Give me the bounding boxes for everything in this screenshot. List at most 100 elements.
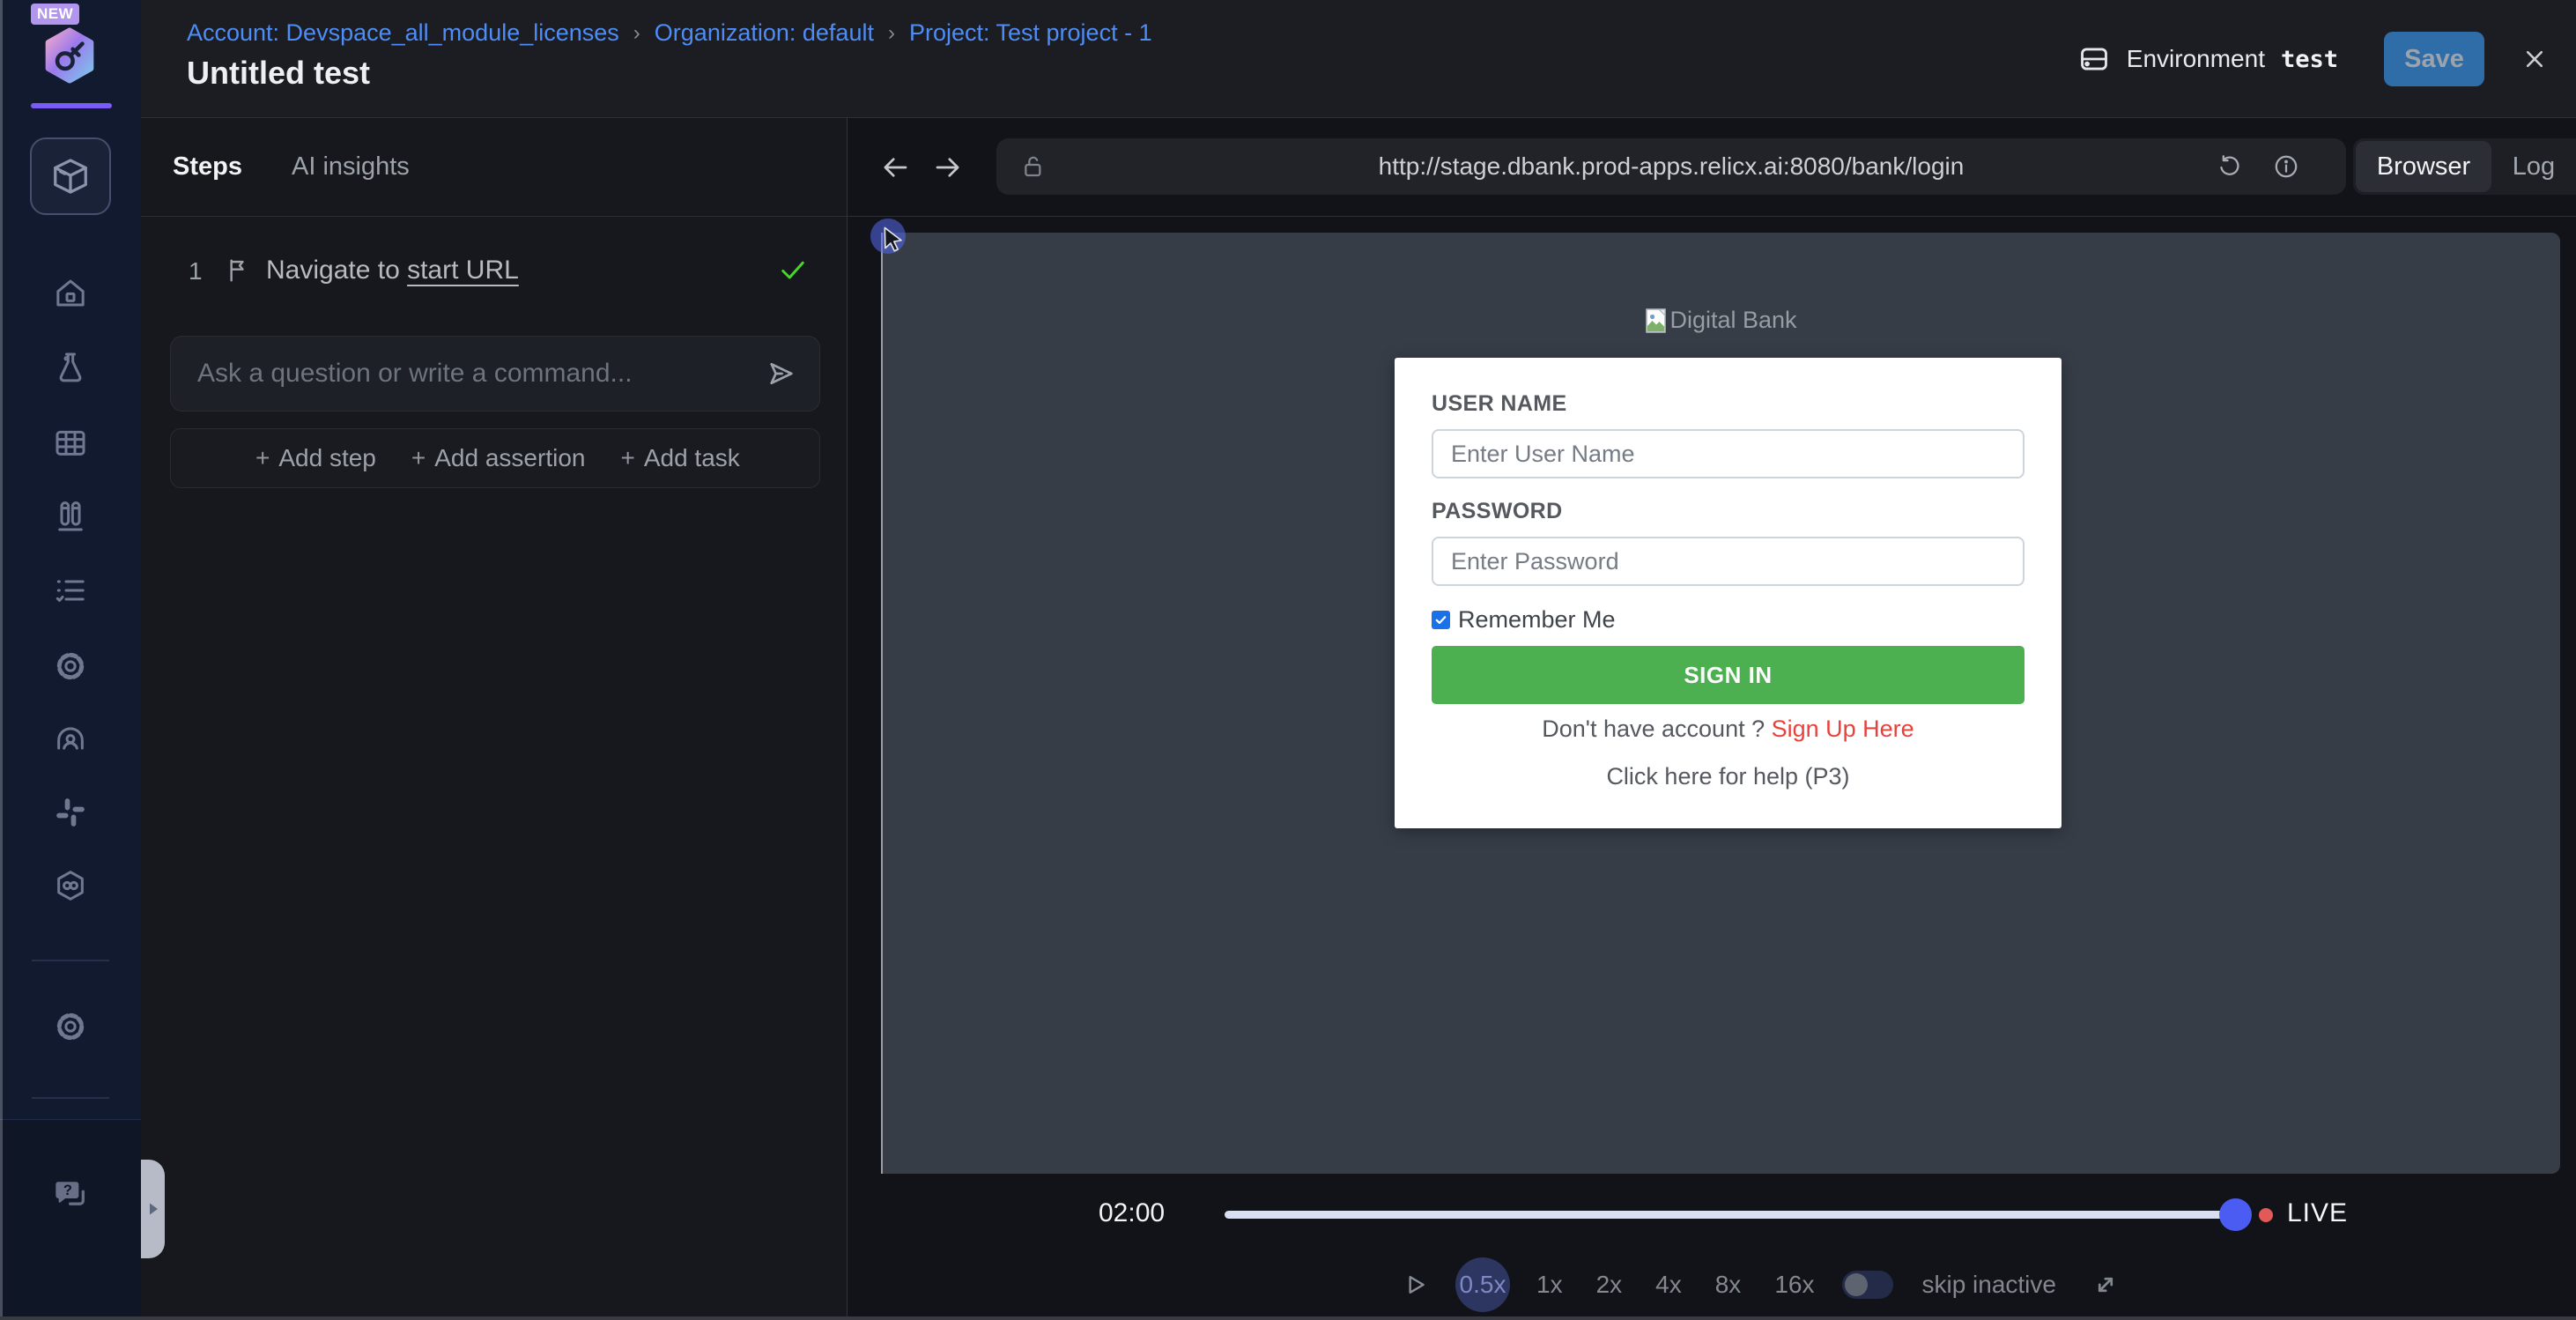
speed-4x-button[interactable]: 4x — [1655, 1271, 1682, 1299]
send-icon — [764, 357, 797, 390]
check-icon — [1434, 613, 1447, 627]
tab-browser[interactable]: Browser — [2356, 141, 2491, 192]
step-actions-bar: +Add step +Add assertion +Add task — [170, 428, 820, 488]
svg-text:?: ? — [63, 1183, 72, 1198]
sidebar-item-slack[interactable] — [0, 795, 141, 830]
lock-open-icon — [1019, 152, 1047, 181]
logo-underline — [31, 103, 112, 108]
panel-collapse-handle[interactable] — [141, 1160, 165, 1258]
timeline-track[interactable] — [1225, 1211, 2229, 1219]
play-icon — [1401, 1271, 1429, 1299]
environment-value[interactable]: test — [2281, 46, 2338, 73]
sidebar-divider — [32, 1097, 109, 1099]
home-icon — [53, 276, 88, 311]
step-number: 1 — [189, 257, 203, 286]
bank-logo-row: Digital Bank — [883, 307, 2560, 334]
app-window: NEW — [0, 0, 2576, 1320]
environment-selector[interactable] — [2077, 42, 2111, 76]
breadcrumb-account[interactable]: Account: Devspace_all_module_licenses — [187, 19, 619, 47]
sign-in-button[interactable]: SIGN IN — [1432, 646, 2025, 704]
close-icon — [2520, 44, 2550, 74]
bank-logo-alt-text: Digital Bank — [1669, 307, 1796, 334]
tab-log[interactable]: Log — [2491, 152, 2576, 182]
playback-time: 02:00 — [1099, 1198, 1165, 1228]
browser-forward-button[interactable] — [932, 152, 964, 183]
sidebar-item-help[interactable]: ? — [0, 1175, 141, 1213]
breadcrumb-project[interactable]: Project: Test project - 1 — [909, 19, 1152, 47]
broken-image-icon — [1646, 308, 1667, 334]
hexagon-link-icon — [53, 868, 88, 903]
add-task-button[interactable]: +Add task — [620, 444, 739, 472]
breadcrumb-separator: › — [888, 21, 895, 46]
topbar-actions: Environment test Save — [2077, 0, 2550, 118]
sidebar-item-settings[interactable] — [0, 1009, 141, 1044]
username-field[interactable] — [1432, 429, 2025, 478]
help-link[interactable]: Click here for help (P3) — [1395, 763, 2062, 790]
save-button[interactable]: Save — [2384, 32, 2484, 86]
username-label: USER NAME — [1432, 391, 1567, 417]
environment-label: Environment — [2127, 45, 2265, 73]
sidebar-item-user-insights[interactable] — [0, 723, 141, 758]
remember-me-checkbox[interactable] — [1432, 611, 1450, 629]
sign-up-link[interactable]: Sign Up Here — [1772, 716, 1914, 742]
breadcrumb-organization[interactable]: Organization: default — [655, 19, 874, 47]
speed-1x-button[interactable]: 1x — [1536, 1271, 1563, 1299]
speed-0-5x-button[interactable]: 0.5x — [1455, 1257, 1510, 1312]
live-label[interactable]: LIVE — [2287, 1198, 2348, 1228]
replay-cursor — [870, 219, 920, 268]
step-row[interactable]: 1 Navigate to start URL — [141, 241, 848, 305]
help-chat-icon: ? — [51, 1175, 90, 1213]
add-assertion-button[interactable]: +Add assertion — [411, 444, 586, 472]
add-step-button[interactable]: +Add step — [255, 444, 376, 472]
info-button[interactable] — [2272, 152, 2300, 181]
skip-inactive-label: skip inactive — [1921, 1271, 2056, 1299]
sidebar-item-test-suites[interactable] — [0, 499, 141, 534]
speed-8x-button[interactable]: 8x — [1715, 1271, 1742, 1299]
view-mode-tabs: Browser Log — [2353, 138, 2576, 195]
sidebar-item-lab[interactable] — [0, 350, 141, 385]
sidebar-item-data-tables[interactable] — [0, 425, 141, 460]
flask-icon — [53, 350, 88, 385]
tab-ai-insights[interactable]: AI insights — [292, 152, 410, 182]
logo-hexagon-icon — [41, 25, 99, 86]
app-logo[interactable] — [41, 25, 99, 86]
sidebar-item-test-editor[interactable] — [30, 137, 111, 215]
plus-icon: + — [255, 444, 270, 472]
password-label: PASSWORD — [1432, 499, 1563, 524]
tab-steps[interactable]: Steps — [173, 152, 242, 182]
reload-button[interactable] — [2216, 152, 2244, 181]
chevron-right-icon — [146, 1201, 160, 1217]
login-card: USER NAME PASSWORD Remember Me SIGN IN D… — [1395, 358, 2062, 828]
playback-controls: 0.5x 1x 2x 4x 8x 16x skip inactive — [1401, 1251, 2121, 1318]
expand-icon — [2090, 1269, 2121, 1301]
step-passed-check-icon — [777, 254, 809, 286]
sidebar-item-integrations[interactable] — [0, 868, 141, 903]
breadcrumb: Account: Devspace_all_module_licenses › … — [187, 19, 1152, 47]
sidebar-item-home[interactable] — [0, 276, 141, 311]
send-command-button[interactable] — [742, 357, 819, 390]
package-cube-icon — [50, 156, 91, 197]
fullscreen-button[interactable] — [2090, 1269, 2121, 1301]
browser-back-button[interactable] — [879, 152, 911, 183]
address-bar[interactable]: http://stage.dbank.prod-apps.relicx.ai:8… — [996, 138, 2346, 195]
flag-icon — [224, 256, 252, 285]
skip-inactive-toggle[interactable] — [1842, 1271, 1893, 1299]
remember-me-label: Remember Me — [1458, 606, 1616, 634]
start-url-link[interactable]: start URL — [407, 256, 519, 285]
speed-16x-button[interactable]: 16x — [1774, 1271, 1814, 1299]
sidebar-item-configuration[interactable] — [0, 649, 141, 684]
arrow-right-icon — [932, 152, 964, 183]
speed-2x-button[interactable]: 2x — [1596, 1271, 1623, 1299]
timeline-playhead[interactable] — [2219, 1198, 2252, 1231]
page-title[interactable]: Untitled test — [187, 55, 370, 92]
command-input[interactable] — [171, 359, 742, 389]
new-badge: NEW — [31, 4, 79, 25]
remember-me-row: Remember Me — [1432, 606, 1616, 634]
grid-icon — [53, 425, 88, 460]
play-button[interactable] — [1401, 1271, 1429, 1299]
reload-icon — [2216, 152, 2244, 181]
password-field[interactable] — [1432, 537, 2025, 586]
breadcrumb-separator: › — [633, 21, 640, 46]
close-button[interactable] — [2520, 44, 2550, 74]
sidebar-item-runs-list[interactable] — [0, 573, 141, 608]
